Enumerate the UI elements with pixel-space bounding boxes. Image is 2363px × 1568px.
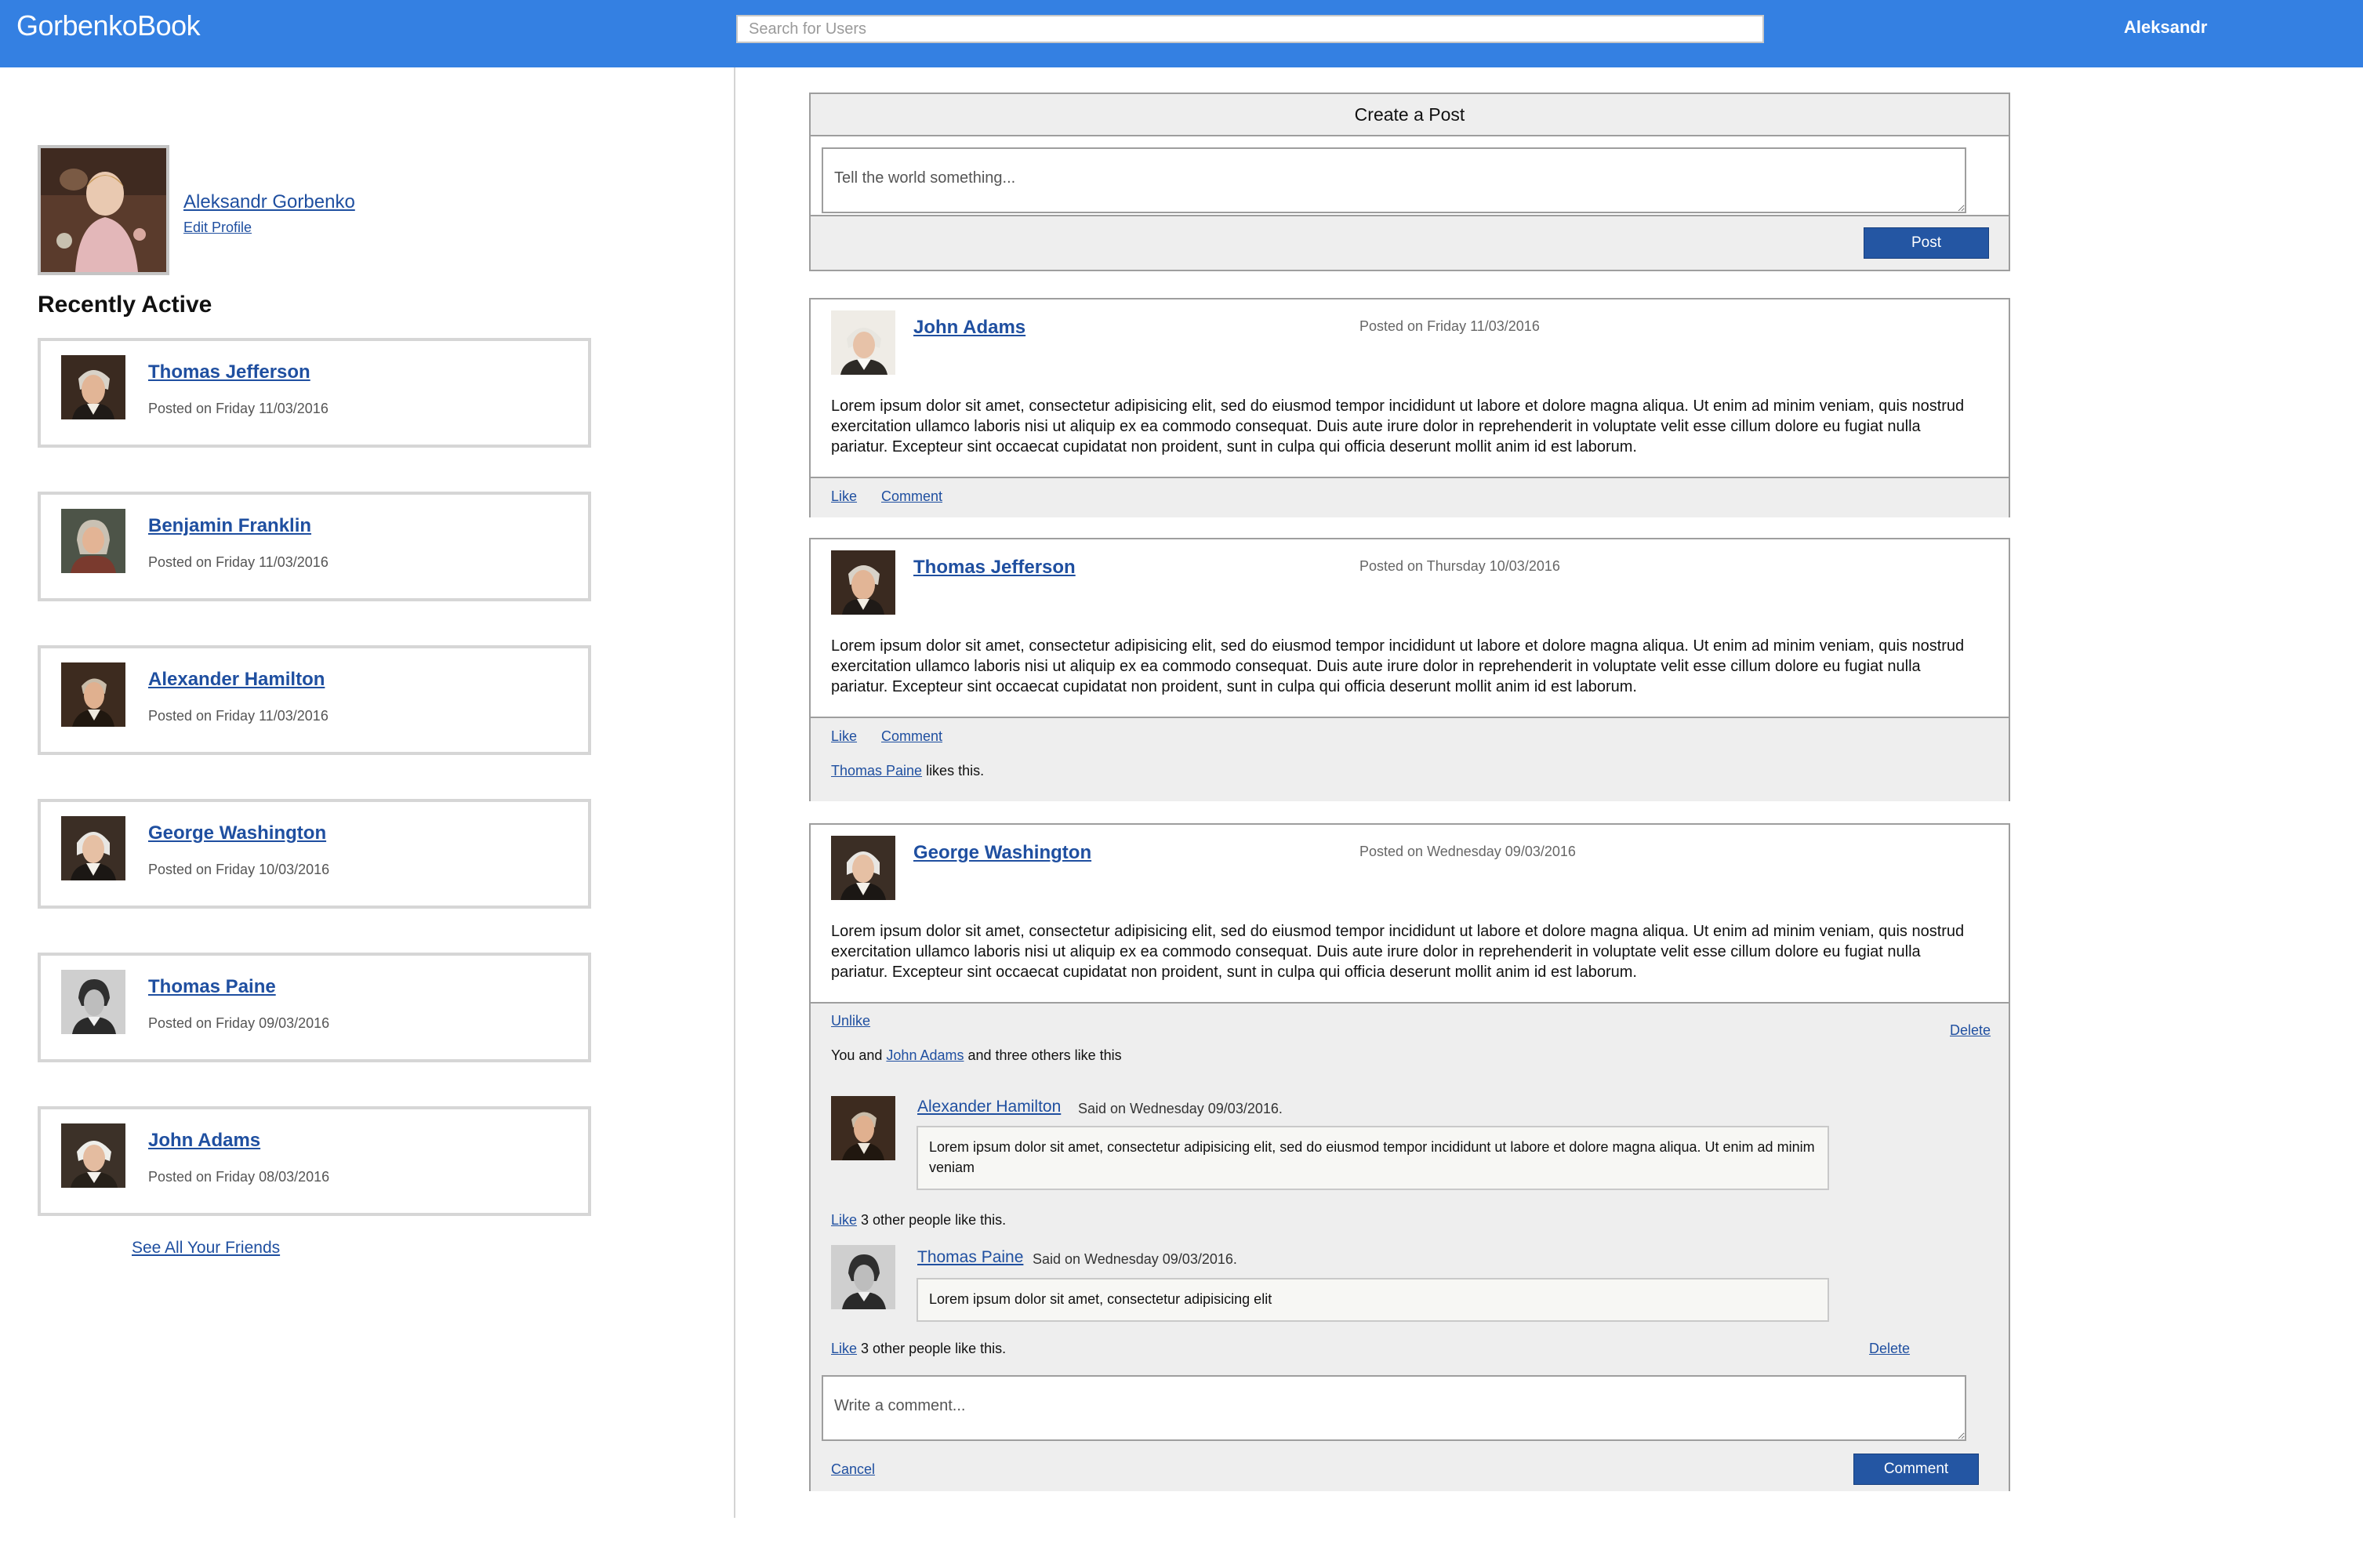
comment-author-link[interactable]: Thomas Paine	[917, 1248, 1023, 1267]
friend-post-date: Posted on Friday 09/03/2016	[148, 1015, 330, 1031]
comment-link[interactable]: Comment	[881, 728, 942, 745]
friend-avatar[interactable]	[61, 816, 125, 880]
friend-avatar[interactable]	[61, 509, 125, 573]
liker-link[interactable]: Thomas Paine	[831, 763, 922, 779]
post-card: George Washington Posted on Wednesday 09…	[809, 823, 2010, 1491]
comment-date: Said on Wednesday 09/03/2016.	[1078, 1101, 1283, 1116]
comment-likes-text: 3 other people like this.	[857, 1212, 1007, 1228]
comment-body: Lorem ipsum dolor sit amet, consectetur …	[917, 1278, 1829, 1322]
likes-prefix: You and	[831, 1047, 887, 1063]
friend-avatar[interactable]	[61, 970, 125, 1034]
friend-card: Thomas Paine Posted on Friday 09/03/2016	[38, 953, 591, 1062]
friend-card: Thomas Jefferson Posted on Friday 11/03/…	[38, 338, 591, 448]
comment-likes-text: 3 other people like this.	[857, 1341, 1007, 1356]
post-card: John Adams Posted on Friday 11/03/2016 L…	[809, 298, 2010, 517]
comment-submit-button[interactable]: Comment	[1853, 1454, 1979, 1485]
likes-text: likes this.	[922, 763, 985, 779]
friend-post-date: Posted on Friday 11/03/2016	[148, 554, 328, 570]
like-link[interactable]: Like	[831, 728, 857, 745]
comment-likes: Like 3 other people like this.	[831, 1212, 1006, 1229]
search-input[interactable]	[736, 15, 1764, 43]
comment-likes: Like 3 other people like this.	[831, 1341, 1006, 1357]
friend-avatar[interactable]	[61, 662, 125, 727]
post-actions-bar: Like Comment Thomas Paine likes this.	[811, 717, 2009, 801]
recently-active-heading: Recently Active	[38, 292, 212, 318]
liker-link[interactable]: John Adams	[886, 1047, 964, 1063]
column-divider	[734, 67, 735, 1518]
comment-author-avatar[interactable]	[831, 1245, 895, 1309]
post-date: Posted on Wednesday 09/03/2016	[1359, 844, 1576, 859]
post-body-text: Lorem ipsum dolor sit amet, consectetur …	[831, 397, 1965, 456]
friend-post-date: Posted on Friday 11/03/2016	[148, 401, 328, 416]
likes-text: and three others like this	[964, 1047, 1122, 1063]
create-post-panel: Create a Post Post	[809, 93, 2010, 271]
post-textarea[interactable]	[822, 147, 1966, 213]
post-card: Thomas Jefferson Posted on Thursday 10/0…	[809, 538, 2010, 801]
comment-textarea[interactable]	[822, 1375, 1966, 1441]
likes-summary: You and John Adams and three others like…	[831, 1047, 1122, 1064]
comment-author-avatar[interactable]	[831, 1096, 895, 1160]
see-all-friends-link[interactable]: See All Your Friends	[132, 1239, 280, 1258]
comment-like-link[interactable]: Like	[831, 1212, 857, 1228]
profile-name-link[interactable]: Aleksandr Gorbenko	[183, 191, 355, 213]
post-actions-bar: Like Comment	[811, 477, 2009, 517]
post-author-link[interactable]: John Adams	[913, 317, 1025, 339]
friend-post-date: Posted on Friday 11/03/2016	[148, 708, 328, 724]
top-navigation-bar: GorbenkoBook Aleksandr	[0, 0, 2363, 67]
edit-profile-link[interactable]: Edit Profile	[183, 220, 252, 236]
friend-name-link[interactable]: George Washington	[148, 822, 326, 844]
post-actions-bar: Unlike Delete You and John Adams and thr…	[811, 1002, 2009, 1491]
friend-avatar[interactable]	[61, 1123, 125, 1188]
friend-avatar[interactable]	[61, 355, 125, 419]
friend-name-link[interactable]: John Adams	[148, 1130, 260, 1152]
post-body-text: Lorem ipsum dolor sit amet, consectetur …	[831, 637, 1965, 695]
post-date: Posted on Thursday 10/03/2016	[1359, 558, 1560, 574]
profile-photo[interactable]	[38, 145, 169, 275]
post-button[interactable]: Post	[1864, 227, 1989, 259]
comment-author-link[interactable]: Alexander Hamilton	[917, 1098, 1061, 1116]
comment-like-link[interactable]: Like	[831, 1341, 857, 1356]
post-author-avatar[interactable]	[831, 836, 895, 900]
comment-date: Said on Wednesday 09/03/2016.	[1033, 1251, 1237, 1267]
friend-post-date: Posted on Friday 08/03/2016	[148, 1169, 330, 1185]
post-author-link[interactable]: Thomas Jefferson	[913, 557, 1076, 579]
delete-comment-link[interactable]: Delete	[1869, 1341, 1910, 1357]
delete-post-link[interactable]: Delete	[1950, 1022, 1991, 1039]
friend-post-date: Posted on Friday 10/03/2016	[148, 862, 330, 877]
like-link[interactable]: Like	[831, 488, 857, 505]
post-date: Posted on Friday 11/03/2016	[1359, 318, 1540, 334]
comment-body: Lorem ipsum dolor sit amet, consectetur …	[917, 1126, 1829, 1190]
cancel-comment-link[interactable]: Cancel	[831, 1461, 875, 1478]
friend-card: Benjamin Franklin Posted on Friday 11/03…	[38, 492, 591, 601]
create-post-footer: Post	[811, 215, 2009, 270]
friend-name-link[interactable]: Thomas Paine	[148, 976, 276, 998]
unlike-link[interactable]: Unlike	[831, 1013, 870, 1029]
create-post-body	[811, 136, 2009, 215]
friend-card: John Adams Posted on Friday 08/03/2016	[38, 1106, 591, 1216]
brand-logo[interactable]: GorbenkoBook	[16, 9, 201, 42]
current-user-name[interactable]: Aleksandr	[2124, 17, 2207, 38]
post-body-text: Lorem ipsum dolor sit amet, consectetur …	[831, 923, 1965, 981]
friend-card: George Washington Posted on Friday 10/03…	[38, 799, 591, 909]
create-post-title: Create a Post	[811, 94, 2009, 136]
post-author-avatar[interactable]	[831, 550, 895, 615]
friend-name-link[interactable]: Benjamin Franklin	[148, 515, 311, 537]
comment-link[interactable]: Comment	[881, 488, 942, 505]
friend-card: Alexander Hamilton Posted on Friday 11/0…	[38, 645, 591, 755]
friend-name-link[interactable]: Alexander Hamilton	[148, 669, 325, 691]
friend-name-link[interactable]: Thomas Jefferson	[148, 361, 310, 383]
likes-summary: Thomas Paine likes this.	[831, 763, 984, 779]
post-author-avatar[interactable]	[831, 310, 895, 375]
post-author-link[interactable]: George Washington	[913, 842, 1091, 864]
